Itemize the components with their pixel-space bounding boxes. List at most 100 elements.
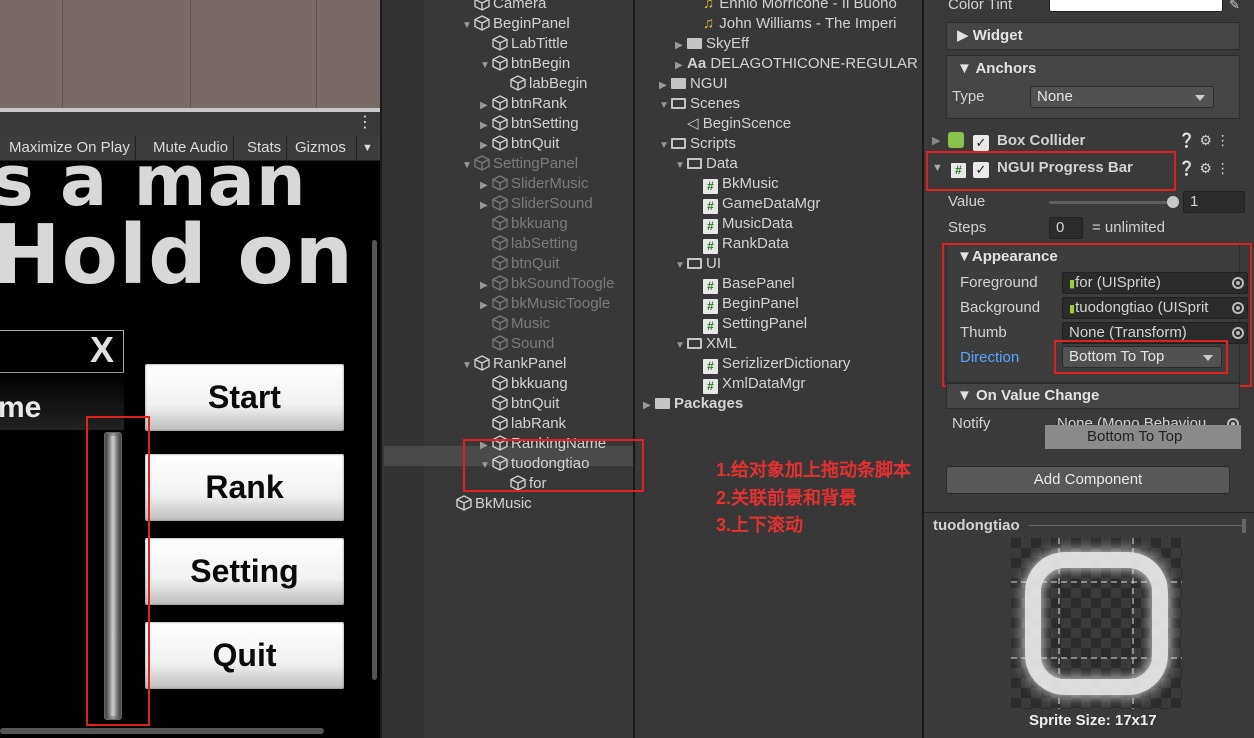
expanded-arrow-icon[interactable]: ▼ xyxy=(480,56,492,76)
hierarchy-item[interactable]: labBegin xyxy=(498,74,587,94)
project-item[interactable]: # GameDataMgr xyxy=(691,194,820,214)
gameobject-cube-icon xyxy=(492,395,508,411)
project-item[interactable]: ♫ John Williams - The Imperi xyxy=(691,14,897,34)
hierarchy-item[interactable]: ▶ btnSetting xyxy=(480,114,579,134)
collapsed-arrow-icon[interactable]: ▶ xyxy=(643,396,655,416)
project-item[interactable]: ▼ UI xyxy=(675,254,721,274)
hierarchy-item[interactable]: bkkuang xyxy=(480,374,568,394)
hierarchy-item[interactable]: Sound xyxy=(480,334,554,354)
steps-field[interactable]: 0 xyxy=(1049,217,1083,239)
hierarchy-item[interactable]: ▼ RankPanel xyxy=(462,354,566,374)
expanded-arrow-icon[interactable]: ▼ xyxy=(675,256,687,276)
kebab-menu-icon[interactable]: ⋮ xyxy=(357,114,373,132)
hierarchy-item[interactable]: ▶ btnRank xyxy=(480,94,567,114)
project-item[interactable]: ◁ BeginScence xyxy=(675,114,791,134)
collapsed-arrow-icon[interactable]: ▶ xyxy=(659,76,671,96)
hierarchy-item[interactable]: ▶ SliderMusic xyxy=(480,174,589,194)
project-item[interactable]: ▶ NGUI xyxy=(659,74,728,94)
hierarchy-item[interactable]: Camera xyxy=(462,0,546,14)
collapsed-arrow-icon[interactable]: ▶ xyxy=(480,296,492,316)
maximize-on-play-toggle[interactable]: Maximize On Play xyxy=(4,136,136,161)
hierarchy-item-label: btnSetting xyxy=(511,115,579,132)
gizmos-dropdown-icon[interactable]: ▼ xyxy=(356,136,378,161)
project-item[interactable]: ▼ Scripts xyxy=(659,134,736,154)
collapsed-arrow-icon[interactable]: ▶ xyxy=(480,176,492,196)
hierarchy-item[interactable]: ▼ BeginPanel xyxy=(462,14,570,34)
project-item[interactable]: ▶ SkyEff xyxy=(675,34,749,54)
project-item[interactable]: ▶ Aa DELAGOTHICONE-REGULAR xyxy=(675,54,918,74)
hierarchy-item[interactable]: btnQuit xyxy=(480,254,559,274)
hierarchy-item[interactable]: labRank xyxy=(480,414,566,434)
project-item[interactable]: # BasePanel xyxy=(691,274,795,294)
project-item[interactable]: ▼ XML xyxy=(675,334,737,354)
hierarchy-item[interactable]: ▶ btnQuit xyxy=(480,134,559,154)
game-vertical-scrollbar[interactable] xyxy=(372,240,377,680)
preview-resize-handle[interactable] xyxy=(1242,519,1246,533)
hierarchy-item[interactable]: ▼ SettingPanel xyxy=(462,154,578,174)
eyedropper-icon[interactable]: ✎ xyxy=(1229,0,1240,16)
hierarchy-item[interactable]: ▼ btnBegin xyxy=(480,54,570,74)
checkbox-icon[interactable]: ✓ xyxy=(973,135,989,151)
expanded-arrow-icon[interactable]: ▼ xyxy=(675,336,687,356)
start-button[interactable]: Start xyxy=(145,364,344,431)
expanded-arrow-icon[interactable]: ▼ xyxy=(659,136,671,156)
hierarchy-gutter xyxy=(382,0,424,738)
project-item[interactable]: # SettingPanel xyxy=(691,314,807,334)
box-collider-header[interactable]: ✓ Box Collider xyxy=(973,130,1085,152)
project-item[interactable]: ♫ Ennio Morricone - Il Buono xyxy=(691,0,897,14)
collapsed-arrow-icon[interactable]: ▶ xyxy=(932,130,940,152)
hierarchy-item-label: bkMusicToogle xyxy=(511,295,611,312)
anchor-type-dropdown[interactable]: None xyxy=(1030,86,1214,108)
expanded-arrow-icon[interactable]: ▼ xyxy=(462,356,474,376)
quit-button[interactable]: Quit xyxy=(145,622,344,689)
stats-toggle[interactable]: Stats xyxy=(242,136,288,161)
hierarchy-item-label: Music xyxy=(511,315,551,332)
hierarchy-item[interactable]: btnQuit xyxy=(480,394,559,414)
project-item[interactable]: ▶ Packages xyxy=(643,394,743,414)
project-item[interactable]: # MusicData xyxy=(691,214,793,234)
collapsed-arrow-icon[interactable]: ▶ xyxy=(480,116,492,136)
hierarchy-item[interactable]: BkMusic xyxy=(444,494,532,514)
project-item[interactable]: # SerizlizerDictionary xyxy=(691,354,850,374)
project-item[interactable]: # BkMusic xyxy=(691,174,779,194)
project-item-label: John Williams - The Imperi xyxy=(719,15,897,32)
gizmos-toggle[interactable]: Gizmos xyxy=(290,136,351,161)
expanded-arrow-icon[interactable]: ▼ xyxy=(659,96,671,116)
color-tint-swatch[interactable] xyxy=(1049,0,1223,12)
collapsed-arrow-icon[interactable]: ▶ xyxy=(480,196,492,216)
value-field[interactable]: 1 xyxy=(1183,191,1245,213)
hierarchy-item[interactable]: LabTittle xyxy=(480,34,568,54)
project-item[interactable]: ▼ Scenes xyxy=(659,94,740,114)
hierarchy-item[interactable]: Music xyxy=(480,314,550,334)
hierarchy-item-label: bkkuang xyxy=(511,215,568,232)
component-help-settings-icons[interactable]: ❔ ⚙ ⋮ xyxy=(1178,160,1230,177)
project-item[interactable]: # XmlDataMgr xyxy=(691,374,805,394)
expanded-arrow-icon[interactable]: ▼ xyxy=(462,156,474,176)
add-component-button[interactable]: Add Component xyxy=(946,466,1230,494)
setting-button[interactable]: Setting xyxy=(145,538,344,605)
mute-audio-toggle[interactable]: Mute Audio xyxy=(148,136,235,161)
project-item[interactable]: # BeginPanel xyxy=(691,294,799,314)
collapsed-arrow-icon[interactable]: ▶ xyxy=(480,276,492,296)
collapsed-arrow-icon[interactable]: ▶ xyxy=(675,36,687,56)
expanded-arrow-icon[interactable]: ▼ xyxy=(462,16,474,36)
value-slider-thumb[interactable] xyxy=(1167,196,1179,208)
value-slider-track[interactable] xyxy=(1049,201,1173,204)
project-item[interactable]: ▼ Data xyxy=(675,154,738,174)
component-help-settings-icons[interactable]: ❔ ⚙ ⋮ xyxy=(1178,132,1230,149)
hierarchy-item[interactable]: labSetting xyxy=(480,234,578,254)
game-horizontal-scrollbar[interactable] xyxy=(0,728,324,734)
on-value-change-section[interactable]: ▼ On Value Change xyxy=(946,383,1240,409)
rank-button[interactable]: Rank xyxy=(145,454,344,521)
project-item[interactable]: # RankData xyxy=(691,234,789,254)
hierarchy-item[interactable]: ▶ SliderSound xyxy=(480,194,593,214)
hierarchy-item[interactable]: bkkuang xyxy=(480,214,568,234)
collapsed-arrow-icon[interactable]: ▶ xyxy=(480,96,492,116)
expanded-arrow-icon[interactable]: ▼ xyxy=(675,156,687,176)
collapsed-arrow-icon[interactable]: ▶ xyxy=(675,56,687,76)
collapsed-arrow-icon[interactable]: ▶ xyxy=(480,136,492,156)
widget-section[interactable]: ▶ Widget xyxy=(946,22,1240,50)
hierarchy-item[interactable]: ▶ bkMusicToogle xyxy=(480,294,610,314)
rank-close-button[interactable]: X xyxy=(82,330,122,370)
hierarchy-item[interactable]: ▶ bkSoundToogle xyxy=(480,274,614,294)
